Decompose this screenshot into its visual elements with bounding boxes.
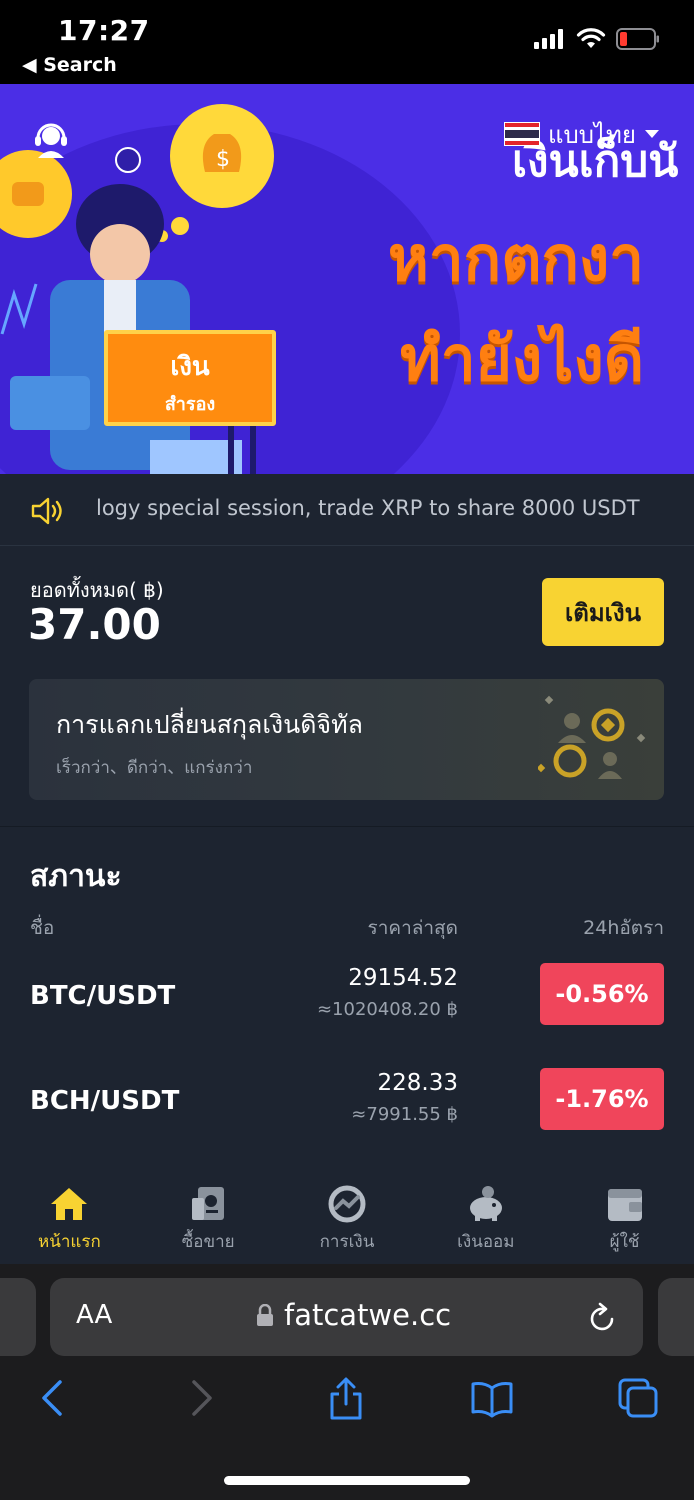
lock-icon bbox=[257, 1304, 273, 1326]
url-text: fatcatwe.cc bbox=[284, 1298, 452, 1332]
reader-aa-button[interactable]: AA bbox=[76, 1300, 112, 1330]
tab-savings[interactable]: เงินออม bbox=[416, 1166, 555, 1264]
home-indicator[interactable] bbox=[224, 1476, 470, 1485]
thai-flag-icon bbox=[504, 122, 540, 146]
aa-label: AA bbox=[76, 1300, 113, 1330]
status-icons bbox=[534, 28, 660, 50]
wifi-icon bbox=[576, 28, 606, 48]
sign-text-1: เงิน bbox=[170, 352, 210, 382]
reload-icon[interactable] bbox=[588, 1302, 618, 1334]
forward-icon[interactable] bbox=[180, 1376, 224, 1420]
tab-label: เงินออม bbox=[457, 1232, 515, 1252]
bookmarks-icon[interactable] bbox=[470, 1376, 514, 1420]
tab-user[interactable]: ผู้ใช้ bbox=[555, 1166, 694, 1264]
coins-people-icon bbox=[538, 695, 646, 779]
tab-label: ผู้ใช้ bbox=[609, 1232, 640, 1252]
tabs-icon[interactable] bbox=[616, 1376, 660, 1420]
pair-name: BCH/USDT bbox=[30, 1086, 180, 1116]
market-title: สภานะ bbox=[30, 859, 122, 894]
next-tab-preview[interactable] bbox=[658, 1278, 694, 1356]
banner-headline-2: หากตกงา bbox=[388, 222, 645, 295]
crypto-exchange-card[interactable]: การแลกเปลี่ยนสกุลเงินดิจิทัล เร็วกว่า、ดี… bbox=[29, 679, 664, 800]
svg-text:$: $ bbox=[216, 147, 230, 172]
promo-subtitle: เร็วกว่า、ดีกว่า、แกร่งกว่า bbox=[56, 758, 253, 778]
announcement-bar[interactable]: logy special session, trade XRP to share… bbox=[0, 474, 694, 546]
tab-label: การเงิน bbox=[319, 1232, 375, 1252]
wallet-icon bbox=[607, 1189, 642, 1221]
signal-icon bbox=[534, 29, 563, 49]
previous-tab-preview[interactable] bbox=[0, 1278, 36, 1356]
promo-title: การแลกเปลี่ยนสกุลเงินดิจิทัล bbox=[56, 710, 363, 739]
tab-finance[interactable]: การเงิน bbox=[278, 1166, 417, 1264]
column-header-name: ชื่อ bbox=[30, 917, 55, 939]
market-row-btc[interactable]: BTC/USDT 29154.52 ≈1020408.20 ฿ -0.56% bbox=[0, 957, 694, 1047]
address-bar[interactable]: AA fatcatwe.cc bbox=[50, 1278, 643, 1356]
chevron-down-icon bbox=[644, 130, 659, 138]
language-selector[interactable]: แบบไทย bbox=[504, 120, 660, 149]
price-thb: ≈7991.55 ฿ bbox=[351, 1104, 458, 1125]
banner-headline-3: ทำยังไงดี bbox=[400, 322, 645, 395]
status-bar: 17:27 ◀ Search bbox=[0, 0, 694, 84]
back-to-search-link[interactable]: ◀ Search bbox=[22, 54, 117, 76]
market-section: สภานะ ชื่อ ราคาล่าสุด 24hอัตรา BTC/USDT … bbox=[0, 826, 694, 1166]
finance-icon bbox=[328, 1185, 366, 1223]
column-header-price: ราคาล่าสุด bbox=[367, 917, 458, 939]
announcement-text: logy special session, trade XRP to share… bbox=[96, 496, 640, 520]
column-header-change: 24hอัตรา bbox=[583, 917, 664, 939]
total-balance-value: 37.00 bbox=[28, 600, 161, 649]
browser-toolbar: AA fatcatwe.cc bbox=[0, 1264, 694, 1500]
home-icon bbox=[51, 1188, 88, 1220]
language-label: แบบไทย bbox=[548, 120, 636, 149]
battery-low-icon bbox=[616, 28, 659, 50]
bottom-tab-bar: หน้าแรก ซื้อขาย การเงิน เงินออม ผู้ใช้ bbox=[0, 1166, 694, 1264]
tab-home[interactable]: หน้าแรก bbox=[0, 1166, 139, 1264]
tab-label: หน้าแรก bbox=[38, 1232, 101, 1252]
market-row-bch[interactable]: BCH/USDT 228.33 ≈7991.55 ฿ -1.76% bbox=[0, 1062, 694, 1152]
customer-support-icon[interactable] bbox=[30, 118, 72, 160]
promo-banner[interactable]: $ เงิน สำรอง เงินเก็บนั หากตกงา ทำยังไงด… bbox=[0, 84, 694, 474]
trade-icon bbox=[192, 1187, 225, 1220]
back-icon[interactable] bbox=[30, 1376, 74, 1420]
last-price: 29154.52 bbox=[348, 965, 458, 991]
share-icon[interactable] bbox=[324, 1376, 368, 1420]
balance-section: ยอดทั้งหมด( ฿) 37.00 เติมเงิน การแลกเปลี… bbox=[0, 546, 694, 826]
speaker-icon bbox=[31, 497, 62, 525]
price-thb: ≈1020408.20 ฿ bbox=[316, 999, 458, 1020]
piggy-bank-icon bbox=[469, 1186, 502, 1221]
change-badge: -1.76% bbox=[540, 1068, 664, 1130]
change-badge: -0.56% bbox=[540, 963, 664, 1025]
top-up-button[interactable]: เติมเงิน bbox=[542, 578, 664, 646]
sign-text-2: สำรอง bbox=[164, 394, 216, 415]
tab-label: ซื้อขาย bbox=[181, 1232, 235, 1252]
last-price: 228.33 bbox=[377, 1070, 458, 1096]
banner-sign: เงิน สำรอง bbox=[104, 330, 276, 426]
pair-name: BTC/USDT bbox=[30, 981, 176, 1011]
status-time: 17:27 bbox=[58, 14, 150, 47]
tab-trade[interactable]: ซื้อขาย bbox=[139, 1166, 278, 1264]
